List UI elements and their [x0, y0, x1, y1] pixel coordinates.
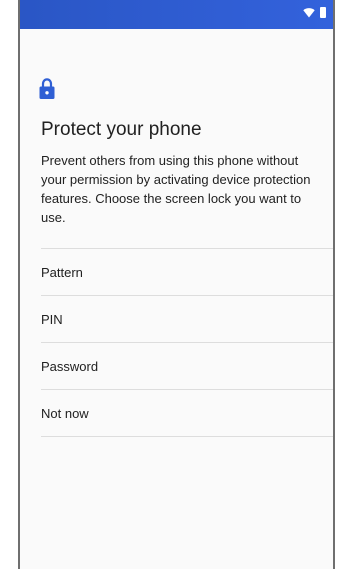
device-screen: Protect your phone Prevent others from u… [18, 0, 335, 569]
status-icons [303, 7, 326, 18]
option-not-now[interactable]: Not now [41, 390, 333, 437]
battery-icon [320, 7, 326, 18]
status-bar [20, 0, 333, 29]
option-pattern[interactable]: Pattern [41, 249, 333, 296]
lock-icon [39, 78, 55, 99]
option-pin[interactable]: PIN [41, 296, 333, 343]
page-title: Protect your phone [41, 119, 202, 140]
screen-lock-options: Pattern PIN Password Not now [41, 248, 333, 437]
page-description: Prevent others from using this phone wit… [41, 153, 311, 225]
wifi-icon [303, 8, 315, 18]
option-password[interactable]: Password [41, 343, 333, 390]
